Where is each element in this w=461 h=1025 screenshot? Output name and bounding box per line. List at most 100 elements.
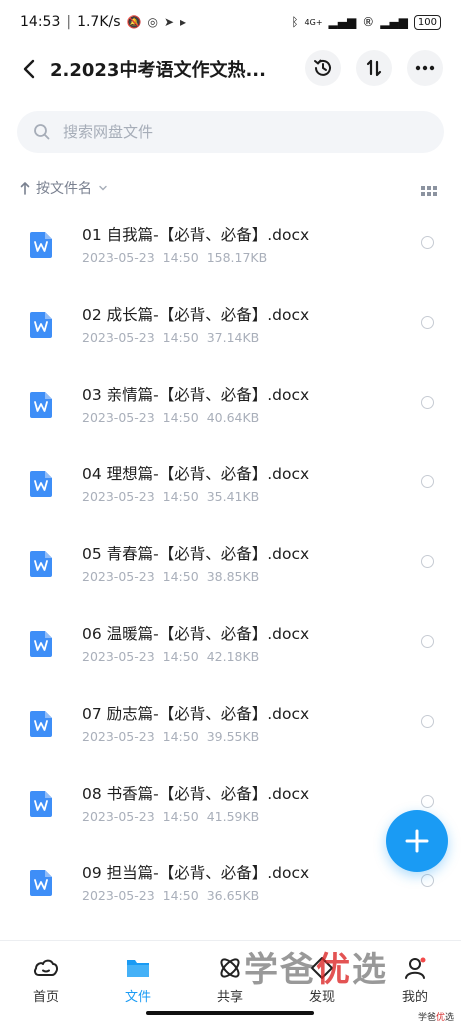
file-size: 35.41KB	[206, 489, 260, 505]
file-size: 42.18KB	[206, 648, 260, 664]
file-row[interactable]: 04 理想篇-【必背、必备】.docx 2023-05-23 14:50 35.41K…	[0, 451, 461, 531]
nav-profile[interactable]: 我的	[385, 955, 445, 1005]
more-button[interactable]	[407, 50, 443, 86]
profile-icon	[405, 957, 426, 979]
more-icon	[415, 65, 435, 71]
select-checkbox[interactable]	[421, 874, 434, 888]
select-checkbox[interactable]	[421, 236, 434, 249]
transfer-button[interactable]	[356, 50, 392, 86]
file-name: 08 书香篇-【必背、必备】.docx	[82, 784, 310, 803]
select-checkbox[interactable]	[421, 794, 434, 808]
nav-label-share: 共享	[216, 990, 243, 1005]
file-row[interactable]: 01 自我篇-【必背、必备】.docx 2023-05-23 14:50 158.17…	[0, 212, 461, 292]
select-checkbox[interactable]	[421, 395, 434, 409]
home-indicator	[146, 1011, 314, 1015]
watermark-small: 学爸优选	[418, 1010, 454, 1023]
file-row[interactable]: 07 励志篇-【必背、必备】.docx 2023-05-23 14:50 39.55K…	[0, 691, 461, 771]
grid-view-button[interactable]	[421, 182, 437, 201]
file-name: 01 自我篇-【必背、必备】.docx	[82, 226, 310, 244]
file-time: 14:50	[162, 409, 199, 425]
signal-icon-2: ▂▄▆	[380, 15, 408, 29]
file-meta: 2023-05-23 14:50 36.65KB	[82, 888, 267, 903]
select-checkbox[interactable]	[421, 714, 434, 728]
watermark: 学爸优选	[244, 942, 388, 991]
signal-icon: ▂▄▆	[328, 15, 357, 29]
nav-label-home: 首页	[32, 990, 59, 1005]
watermark-text-1: 学爸	[244, 950, 316, 990]
nav-home[interactable]: 首页	[16, 955, 76, 1005]
file-row[interactable]: 05 青春篇-【必背、必备】.docx 2023-05-23 14:50 38.85K…	[0, 531, 461, 611]
play-icon: ▸	[180, 15, 187, 29]
search-input[interactable]	[61, 122, 405, 142]
add-button[interactable]	[386, 810, 448, 872]
file-row[interactable]: 02 成长篇-【必背、必备】.docx 2023-05-23 14:50 37.14K…	[0, 292, 461, 372]
file-date: 2023-05-23	[82, 888, 155, 904]
header: 2.2023中考语文作文热...	[0, 44, 461, 94]
file-time: 14:50	[162, 808, 199, 824]
select-checkbox[interactable]	[421, 555, 434, 569]
word-doc-icon	[30, 232, 52, 258]
file-row[interactable]: 09 担当篇-【必背、必备】.docx 2023-05-23 14:50 36.65K…	[0, 850, 461, 930]
registered-icon: ®	[362, 15, 375, 29]
plus-icon	[405, 829, 429, 853]
file-name: 06 温暖篇-【必背、必备】.docx	[82, 624, 310, 643]
search-bar[interactable]	[17, 111, 444, 153]
file-date: 2023-05-23	[82, 648, 155, 664]
nav-files[interactable]: 文件	[108, 955, 168, 1005]
file-date: 2023-05-23	[82, 489, 155, 505]
file-time: 14:50	[162, 648, 199, 664]
file-name: 04 理想篇-【必背、必备】.docx	[82, 465, 310, 484]
sort-label: 按文件名	[36, 181, 92, 197]
status-time: 14:53	[20, 14, 61, 30]
whatsapp-icon: ◎	[147, 15, 158, 29]
sort-row: 按文件名	[0, 176, 461, 204]
file-meta: 2023-05-23 14:50 37.14KB	[82, 330, 267, 345]
word-doc-icon	[30, 870, 52, 897]
word-doc-icon	[30, 551, 52, 578]
nav-label-profile: 我的	[401, 990, 428, 1005]
file-row[interactable]: 03 亲情篇-【必背、必备】.docx 2023-05-23 14:50 40.64K…	[0, 372, 461, 452]
file-size: 38.85KB	[206, 569, 260, 585]
telegram-icon: ➤	[163, 15, 175, 29]
word-doc-icon	[30, 630, 52, 657]
file-time: 14:50	[162, 250, 199, 265]
file-meta: 2023-05-23 14:50 39.55KB	[82, 729, 267, 744]
chevron-left-icon	[23, 59, 35, 79]
file-date: 2023-05-23	[82, 409, 155, 425]
file-time: 14:50	[162, 569, 199, 585]
home-cloud-icon	[34, 959, 58, 976]
file-meta: 2023-05-23 14:50 40.64KB	[82, 410, 267, 425]
file-size: 158.17KB	[206, 250, 268, 265]
file-size: 41.59KB	[206, 808, 260, 824]
arrow-up-icon	[20, 182, 30, 195]
file-time: 14:50	[162, 728, 199, 744]
chevron-down-icon	[99, 185, 107, 191]
status-bar: 14:53 | 1.7K/s 🔕 ◎ ➤ ▸ ᛒ 4G+ ▂▄▆ ® ▂▄▆ 1…	[0, 0, 461, 44]
select-checkbox[interactable]	[421, 475, 434, 489]
file-date: 2023-05-23	[82, 728, 155, 744]
network-speed: 1.7K/s	[77, 14, 121, 30]
bluetooth-icon: ᛒ	[291, 15, 299, 29]
word-doc-icon	[30, 391, 52, 418]
word-doc-icon	[30, 710, 52, 737]
sort-button[interactable]: 按文件名	[20, 178, 108, 198]
file-name: 05 青春篇-【必背、必备】.docx	[82, 545, 310, 564]
battery-indicator: 100	[413, 14, 441, 30]
word-doc-icon	[30, 471, 52, 498]
file-size: 36.65KB	[206, 888, 260, 904]
file-time: 14:50	[162, 489, 199, 505]
file-meta: 2023-05-23 14:50 42.18KB	[82, 649, 267, 664]
file-row[interactable]: 06 温暖篇-【必背、必备】.docx 2023-05-23 14:50 42.18K…	[0, 611, 461, 691]
back-button[interactable]	[14, 54, 44, 84]
select-checkbox[interactable]	[421, 315, 434, 329]
file-size: 40.64KB	[206, 409, 260, 425]
share-icon	[220, 958, 240, 978]
watermark-text-3: 选	[352, 950, 388, 990]
file-name: 03 亲情篇-【必背、必备】.docx	[82, 385, 310, 404]
file-meta: 2023-05-23 14:50 35.41KB	[82, 489, 267, 504]
word-doc-icon	[30, 311, 52, 338]
history-button[interactable]	[305, 50, 341, 86]
file-time: 14:50	[162, 329, 199, 345]
select-checkbox[interactable]	[421, 634, 434, 648]
file-date: 2023-05-23	[82, 329, 155, 345]
